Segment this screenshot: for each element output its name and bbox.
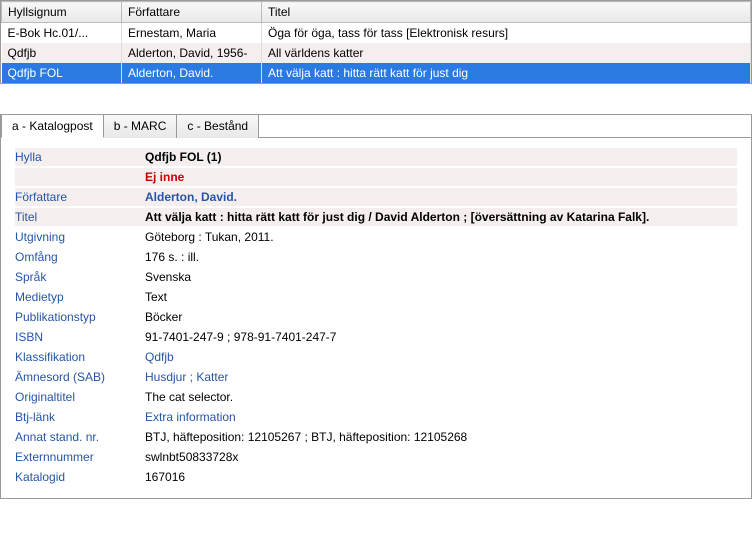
cell-title: Att välja katt : hitta rätt katt för jus… — [262, 63, 751, 83]
value-annatstd: BTJ, häfteposition: 12105267 ; BTJ, häft… — [145, 428, 737, 446]
row-annatstd: Annat stand. nr. BTJ, häfteposition: 121… — [15, 428, 737, 446]
label-hylla: Hylla — [15, 148, 145, 166]
value-pubtyp: Böcker — [145, 308, 737, 326]
row-medietyp: Medietyp Text — [15, 288, 737, 306]
value-katalogid: 167016 — [145, 468, 737, 486]
row-hylla-status: Ej inne — [15, 168, 737, 186]
label-isbn: ISBN — [15, 328, 145, 346]
label-amnesord: Ämnesord (SAB) — [15, 368, 145, 386]
label-sprak: Språk — [15, 268, 145, 286]
row-pubtyp: Publikationstyp Böcker — [15, 308, 737, 326]
value-btjlank[interactable]: Extra information — [145, 408, 737, 426]
detail-panel: a - Katalogpostb - MARCc - Bestånd Hylla… — [0, 114, 752, 499]
value-externnr: swlnbt50833728x — [145, 448, 737, 466]
label-annatstd: Annat stand. nr. — [15, 428, 145, 446]
row-forfattare: Författare Alderton, David. — [15, 188, 737, 206]
value-utgivning: Göteborg : Tukan, 2011. — [145, 228, 737, 246]
cell-auth: Ernestam, Maria — [122, 23, 262, 44]
table-row[interactable]: Qdfjb FOLAlderton, David.Att välja katt … — [2, 63, 751, 83]
tab[interactable]: a - Katalogpost — [1, 114, 104, 138]
label-utgivning: Utgivning — [15, 228, 145, 246]
value-sprak: Svenska — [145, 268, 737, 286]
row-isbn: ISBN 91-7401-247-9 ; 978-91-7401-247-7 — [15, 328, 737, 346]
table-header-row: Hyllsignum Författare Titel — [2, 2, 751, 23]
row-sprak: Språk Svenska — [15, 268, 737, 286]
col-header-forfattare[interactable]: Författare — [122, 2, 262, 23]
cell-sig: Qdfjb FOL — [2, 63, 122, 83]
table-row[interactable]: QdfjbAlderton, David, 1956-All världens … — [2, 43, 751, 63]
label-originaltitel: Originaltitel — [15, 388, 145, 406]
row-hylla: Hylla Qdfjb FOL (1) — [15, 148, 737, 166]
value-medietyp: Text — [145, 288, 737, 306]
value-hylla: Qdfjb FOL (1) — [145, 148, 737, 166]
value-forfattare[interactable]: Alderton, David. — [145, 188, 737, 206]
col-header-titel[interactable]: Titel — [262, 2, 751, 23]
cell-title: All världens katter — [262, 43, 751, 63]
cell-auth: Alderton, David. — [122, 63, 262, 83]
tab-bar: a - Katalogpostb - MARCc - Bestånd — [1, 114, 751, 138]
value-titel: Att välja katt : hitta rätt katt för jus… — [145, 208, 737, 226]
row-utgivning: Utgivning Göteborg : Tukan, 2011. — [15, 228, 737, 246]
cell-sig: Qdfjb — [2, 43, 122, 63]
cell-auth: Alderton, David, 1956- — [122, 43, 262, 63]
label-klass: Klassifikation — [15, 348, 145, 366]
value-isbn: 91-7401-247-9 ; 978-91-7401-247-7 — [145, 328, 737, 346]
row-btjlank: Btj-länk Extra information — [15, 408, 737, 426]
value-klass[interactable]: Qdfjb — [145, 348, 737, 366]
value-omfang: 176 s. : ill. — [145, 248, 737, 266]
label-titel: Titel — [15, 208, 145, 226]
row-omfang: Omfång 176 s. : ill. — [15, 248, 737, 266]
value-status: Ej inne — [145, 168, 737, 186]
detail-body: Hylla Qdfjb FOL (1) Ej inne Författare A… — [1, 138, 751, 498]
tab[interactable]: c - Bestånd — [176, 114, 259, 138]
cell-title: Öga för öga, tass för tass [Elektronisk … — [262, 23, 751, 44]
label-omfang: Omfång — [15, 248, 145, 266]
label-medietyp: Medietyp — [15, 288, 145, 306]
label-externnr: Externnummer — [15, 448, 145, 466]
results-table: Hyllsignum Författare Titel E-Bok Hc.01/… — [1, 1, 751, 83]
tab[interactable]: b - MARC — [103, 114, 178, 138]
row-amnesord: Ämnesord (SAB) Husdjur ; Katter — [15, 368, 737, 386]
value-originaltitel: The cat selector. — [145, 388, 737, 406]
label-empty-status — [15, 168, 145, 172]
label-forfattare: Författare — [15, 188, 145, 206]
results-table-container: Hyllsignum Författare Titel E-Bok Hc.01/… — [0, 0, 752, 84]
table-row[interactable]: E-Bok Hc.01/...Ernestam, MariaÖga för ög… — [2, 23, 751, 44]
cell-sig: E-Bok Hc.01/... — [2, 23, 122, 44]
row-titel: Titel Att välja katt : hitta rätt katt f… — [15, 208, 737, 226]
row-katalogid: Katalogid 167016 — [15, 468, 737, 486]
value-amnesord[interactable]: Husdjur ; Katter — [145, 368, 737, 386]
label-btjlank: Btj-länk — [15, 408, 145, 426]
row-klass: Klassifikation Qdfjb — [15, 348, 737, 366]
row-originaltitel: Originaltitel The cat selector. — [15, 388, 737, 406]
label-katalogid: Katalogid — [15, 468, 145, 486]
row-externnr: Externnummer swlnbt50833728x — [15, 448, 737, 466]
col-header-hyllsignum[interactable]: Hyllsignum — [2, 2, 122, 23]
label-pubtyp: Publikationstyp — [15, 308, 145, 326]
